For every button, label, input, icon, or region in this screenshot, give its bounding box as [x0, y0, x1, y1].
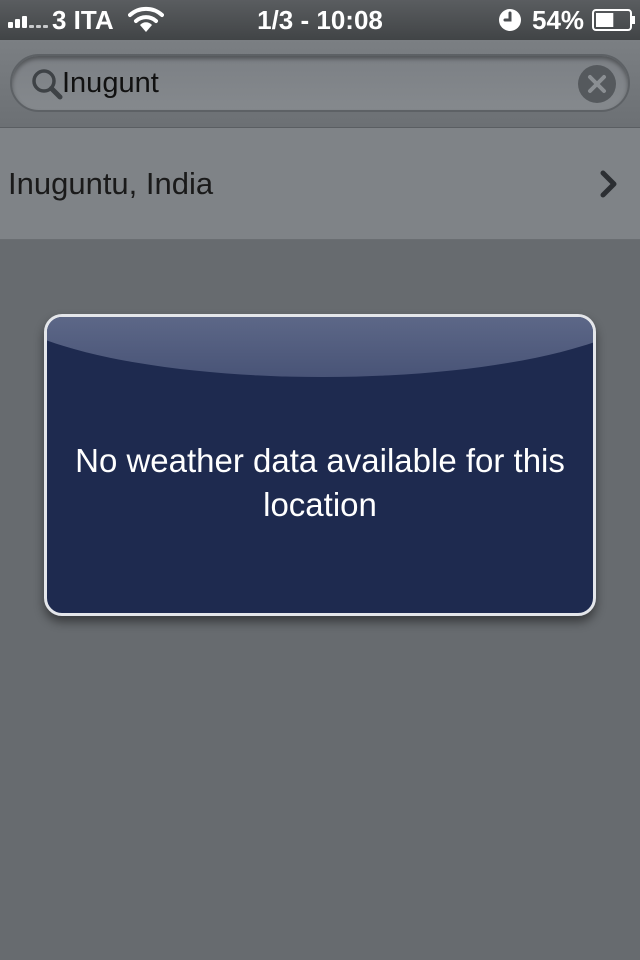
search-input[interactable]: [62, 62, 562, 104]
battery-percentage: 54%: [532, 5, 585, 35]
search-bar: [0, 40, 640, 128]
status-bar: 3 ITA 1/3 - 10:08 54%: [0, 0, 640, 40]
alert-dialog: No weather data available for this locat…: [44, 314, 596, 616]
alarm-icon: [499, 9, 521, 31]
result-label: Inuguntu, India: [8, 166, 214, 201]
search-field[interactable]: [10, 54, 630, 112]
clear-search-button[interactable]: [578, 65, 616, 103]
alert-gloss: [47, 317, 593, 377]
alert-message: No weather data available for this locat…: [75, 442, 565, 523]
clear-icon: [588, 75, 606, 93]
search-icon: [32, 69, 63, 100]
chevron-right-icon: [600, 170, 617, 198]
search-result-item[interactable]: Inuguntu, India: [0, 128, 640, 240]
battery-icon: [592, 9, 635, 31]
